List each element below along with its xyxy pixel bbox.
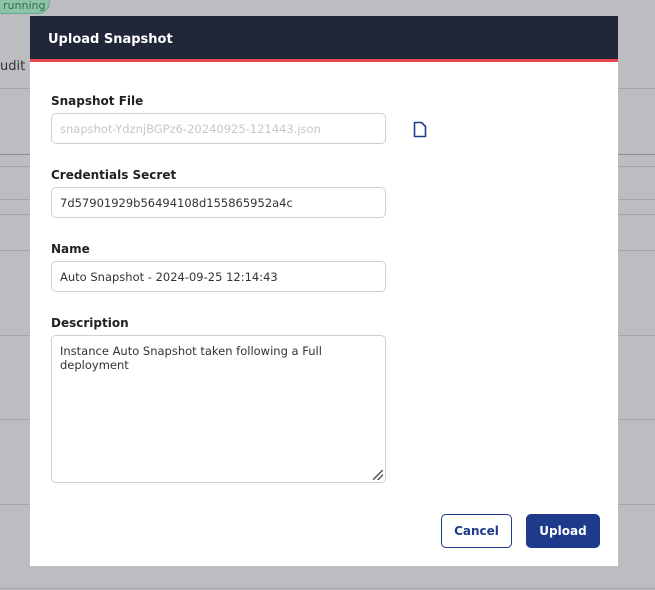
dialog-title: Upload Snapshot <box>30 16 618 62</box>
bg-divider <box>0 588 655 589</box>
name-input[interactable]: Auto Snapshot - 2024-09-25 12:14:43 <box>51 261 386 292</box>
upload-button[interactable]: Upload <box>526 514 600 548</box>
credentials-secret-input[interactable]: 7d57901929b56494108d155865952a4c <box>51 187 386 218</box>
file-icon[interactable] <box>413 121 427 138</box>
snapshot-file-label: Snapshot File <box>51 94 144 108</box>
name-label: Name <box>51 242 90 256</box>
description-text: Instance Auto Snapshot taken following a… <box>60 344 322 372</box>
snapshot-file-input[interactable]: snapshot-YdznjBGPz6-20240925-121443.json <box>51 113 386 144</box>
description-label: Description <box>51 316 129 330</box>
credentials-secret-label: Credentials Secret <box>51 168 177 182</box>
status-badge: running <box>0 0 50 14</box>
resize-handle-icon[interactable] <box>373 470 383 480</box>
upload-snapshot-dialog: Upload Snapshot Snapshot File snapshot-Y… <box>30 16 618 566</box>
cancel-button[interactable]: Cancel <box>441 514 512 548</box>
description-textarea[interactable]: Instance Auto Snapshot taken following a… <box>51 335 386 483</box>
